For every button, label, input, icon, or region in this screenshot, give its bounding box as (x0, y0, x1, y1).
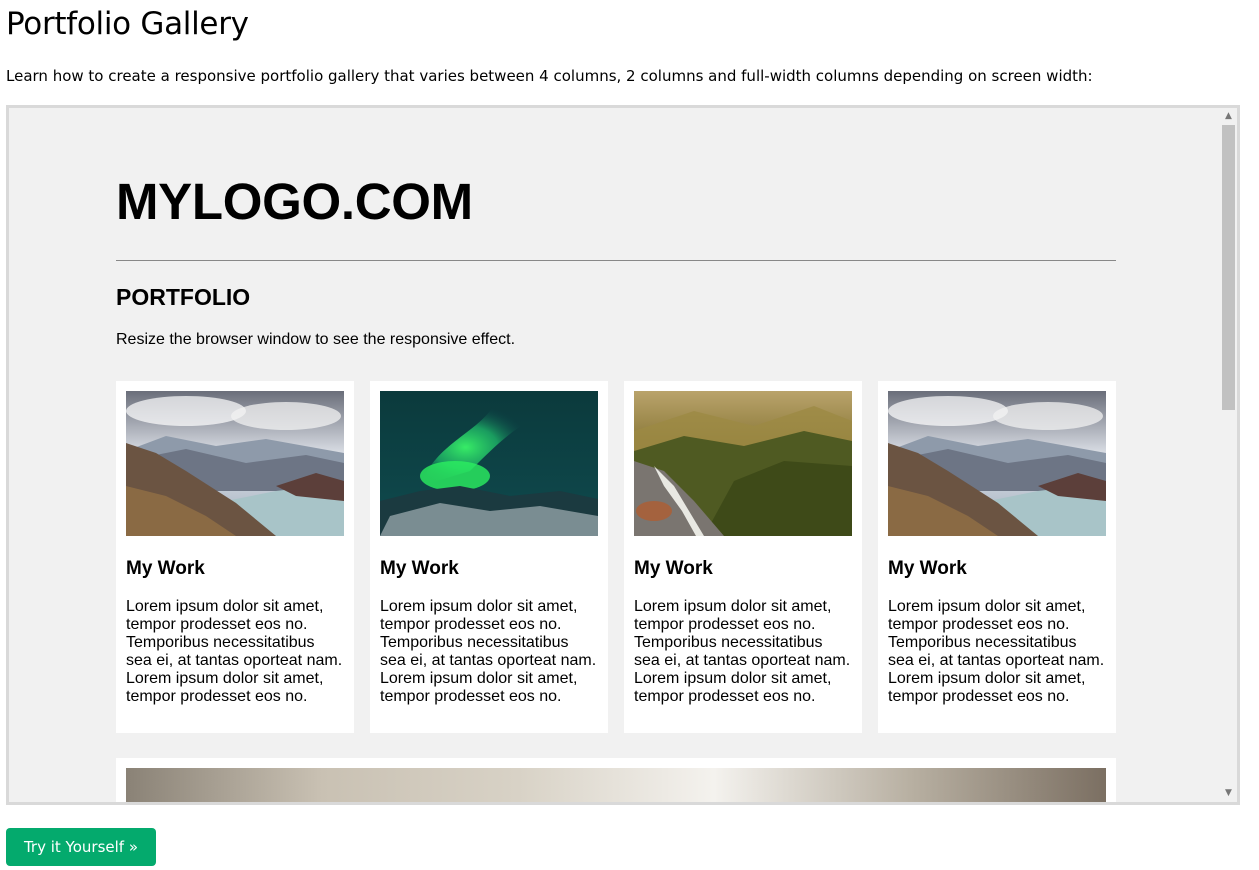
card-text: Lorem ipsum dolor sit amet, tempor prode… (380, 598, 597, 705)
card-title: My Work (380, 558, 459, 579)
card-title: My Work (126, 558, 205, 579)
portfolio-gallery: My Work Lorem ipsum dolor sit amet, temp… (116, 381, 1116, 733)
page-title: Portfolio Gallery (6, 6, 249, 42)
portfolio-card: My Work Lorem ipsum dolor sit amet, temp… (116, 381, 354, 733)
scroll-up-icon[interactable]: ▲ (1220, 108, 1237, 125)
divider (116, 260, 1116, 261)
scroll-thumb[interactable] (1222, 125, 1235, 410)
portfolio-card: My Work Lorem ipsum dolor sit amet, temp… (370, 381, 608, 733)
blurred-landscape-image (126, 768, 1106, 802)
demo-logo: MYLOGO.COM (116, 173, 473, 230)
portfolio-card: My Work Lorem ipsum dolor sit amet, temp… (624, 381, 862, 733)
demo-viewport: MYLOGO.COM PORTFOLIO Resize the browser … (9, 108, 1220, 802)
portfolio-card-partial (116, 758, 1116, 802)
scroll-down-icon[interactable]: ▼ (1220, 785, 1237, 802)
card-title: My Work (888, 558, 967, 579)
portfolio-card: My Work Lorem ipsum dolor sit amet, temp… (878, 381, 1116, 733)
section-title: PORTFOLIO (116, 284, 251, 310)
intro-text: Learn how to create a responsive portfol… (6, 67, 1093, 85)
card-title: My Work (634, 558, 713, 579)
demo-frame[interactable]: MYLOGO.COM PORTFOLIO Resize the browser … (6, 105, 1240, 805)
forest-image (634, 391, 852, 536)
card-text: Lorem ipsum dolor sit amet, tempor prode… (888, 598, 1105, 705)
card-text: Lorem ipsum dolor sit amet, tempor prode… (634, 598, 851, 705)
try-it-yourself-button[interactable]: Try it Yourself » (6, 828, 156, 866)
card-text: Lorem ipsum dolor sit amet, tempor prode… (126, 598, 343, 705)
mountains-image (126, 391, 344, 536)
demo-scrollbar[interactable]: ▲ ▼ (1220, 108, 1237, 802)
mountains-image (888, 391, 1106, 536)
section-description: Resize the browser window to see the res… (116, 331, 516, 348)
northern-lights-image (380, 391, 598, 536)
